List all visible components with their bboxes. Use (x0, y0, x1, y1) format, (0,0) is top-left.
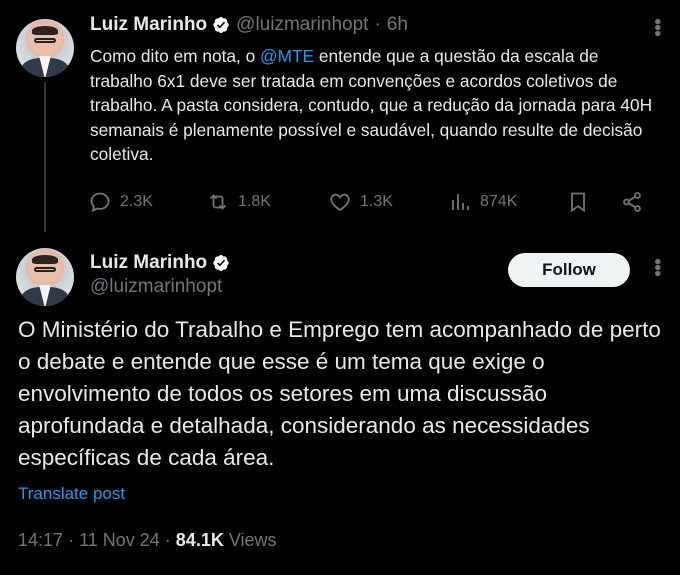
like-count: 1.3K (360, 193, 393, 210)
mention-link[interactable]: @MTE (260, 46, 314, 66)
avatar-glasses (33, 266, 56, 272)
meta-separator: · (68, 530, 80, 550)
verified-badge-icon (213, 16, 229, 34)
follow-button[interactable]: Follow (508, 253, 630, 287)
post-metadata: 14:17 · 11 Nov 24 · 84.1K Views (18, 530, 277, 551)
views-button[interactable]: 874K (448, 190, 517, 214)
author-avatar[interactable] (16, 248, 74, 306)
tweet1-text: Como dito em nota, o @MTE entende que a … (90, 44, 660, 167)
views-count: 84.1K (175, 530, 224, 550)
meta-separator: · (164, 530, 176, 550)
reply-count: 2.3K (120, 193, 153, 210)
bookmark-icon (571, 192, 585, 213)
more-options-icon[interactable]: ••• (645, 258, 668, 276)
avatar-hair (32, 254, 58, 265)
reply-icon (90, 192, 110, 213)
tweet1-text-before: Como dito em nota, o (90, 46, 261, 66)
avatar-glasses (33, 37, 56, 43)
author-avatar[interactable] (16, 19, 74, 77)
time-separator: · (374, 14, 381, 35)
analytics-icon (452, 194, 469, 210)
post-time[interactable]: 6h (387, 14, 408, 36)
author-name[interactable]: Luiz Marinho (90, 14, 207, 36)
like-button[interactable]: 1.3K (328, 190, 393, 214)
views-label: Views (228, 530, 277, 550)
author-handle[interactable]: @luizmarinhopt (236, 14, 368, 36)
verified-badge-icon (213, 254, 229, 272)
tweet1-header: Luiz Marinho @luizmarinhopt · 6h (90, 14, 408, 36)
tweet2-header: Luiz Marinho (90, 252, 230, 274)
share-button[interactable] (620, 190, 652, 214)
reply-button[interactable]: 2.3K (88, 190, 153, 214)
views-count: 874K (480, 193, 518, 210)
bookmark-button[interactable] (566, 190, 598, 214)
translate-post-link[interactable]: Translate post (18, 484, 125, 504)
repost-count: 1.8K (238, 193, 271, 210)
heart-icon (330, 193, 350, 212)
share-icon (623, 192, 641, 212)
author-handle[interactable]: @luizmarinhopt (90, 276, 222, 298)
avatar-hair (32, 25, 58, 36)
more-options-icon[interactable]: ••• (645, 18, 668, 36)
repost-button[interactable]: 1.8K (206, 190, 271, 214)
author-name[interactable]: Luiz Marinho (90, 252, 207, 274)
tweet1-action-bar: 2.3K 1.8K 1.3K 874K (86, 190, 656, 214)
repost-icon (209, 194, 227, 210)
tweet2-text: O Ministério do Trabalho e Emprego tem a… (18, 317, 661, 470)
post-date[interactable]: 11 Nov 24 (79, 530, 160, 550)
thread-connector-line (44, 82, 46, 232)
post-time[interactable]: 14:17 (18, 530, 63, 550)
